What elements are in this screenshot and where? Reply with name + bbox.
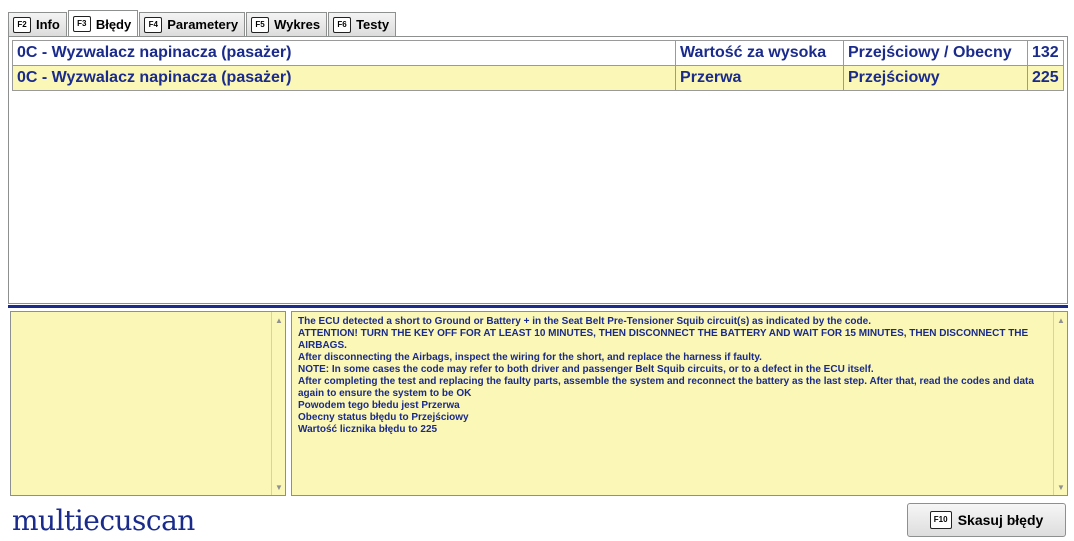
f2-key-icon: F2 — [13, 16, 31, 33]
description-line: After completing the test and replacing … — [298, 376, 1034, 399]
tab-bar: F2 Info F3 Błędy F4 Parametery F5 Wykres… — [8, 10, 397, 37]
description-text: The ECU detected a short to Ground or Ba… — [298, 316, 1049, 436]
tab-info[interactable]: F2 Info — [8, 12, 67, 36]
fault-count: 132 — [1026, 40, 1065, 66]
fault-description-box[interactable]: The ECU detected a short to Ground or Ba… — [291, 311, 1068, 496]
scroll-down-icon[interactable]: ▼ — [272, 481, 286, 493]
description-line: Powodem tego błedu jest Przerwa — [298, 400, 460, 411]
fault-type: Przerwa — [675, 65, 844, 91]
fault-count: 225 — [1026, 65, 1065, 91]
multiecuscan-logo: multiecuscan — [12, 504, 195, 537]
tab-bledy-label: Błędy — [95, 16, 132, 32]
tab-testy-label: Testy — [356, 17, 390, 32]
clear-faults-button[interactable]: F10 Skasuj błędy — [907, 503, 1066, 537]
tab-testy[interactable]: F6 Testy — [328, 12, 397, 36]
tab-bledy[interactable]: F3 Błędy — [67, 10, 139, 37]
scroll-down-icon[interactable]: ▼ — [1054, 481, 1068, 493]
f3-key-icon: F3 — [72, 16, 91, 32]
fault-status: Przejściowy / Obecny — [843, 40, 1028, 66]
f4-key-icon: F4 — [144, 16, 163, 33]
f6-key-icon: F6 — [333, 16, 352, 33]
tab-wykres[interactable]: F5 Wykres — [246, 12, 328, 36]
fault-list-panel: 0C - Wyzwalacz napinacza (pasażer) Warto… — [8, 36, 1068, 304]
fault-table: 0C - Wyzwalacz napinacza (pasażer) Warto… — [11, 40, 1065, 91]
description-line: ATTENTION! TURN THE KEY OFF FOR AT LEAST… — [298, 328, 1029, 351]
left-scrollbar[interactable]: ▲ ▼ — [271, 312, 285, 495]
clear-faults-label: Skasuj błędy — [957, 512, 1044, 528]
description-line: After disconnecting the Airbags, inspect… — [298, 352, 762, 363]
fault-description: 0C - Wyzwalacz napinacza (pasażer) — [11, 65, 677, 91]
tab-parametery[interactable]: F4 Parametery — [139, 12, 246, 36]
fault-row[interactable]: 0C - Wyzwalacz napinacza (pasażer) Warto… — [11, 40, 1065, 66]
description-line: The ECU detected a short to Ground or Ba… — [298, 316, 871, 327]
scroll-up-icon[interactable]: ▲ — [272, 314, 286, 326]
fault-row[interactable]: 0C - Wyzwalacz napinacza (pasażer) Przer… — [11, 65, 1065, 91]
tab-info-label: Info — [36, 17, 60, 32]
tab-wykres-label: Wykres — [274, 17, 321, 32]
description-line: Obecny status błędu to Przejściowy — [298, 412, 469, 423]
right-scrollbar[interactable]: ▲ ▼ — [1053, 312, 1067, 495]
fault-description: 0C - Wyzwalacz napinacza (pasażer) — [11, 40, 677, 66]
scroll-up-icon[interactable]: ▲ — [1054, 314, 1068, 326]
tab-parametery-label: Parametery — [167, 17, 239, 32]
left-info-box[interactable]: ▲ ▼ — [10, 311, 286, 496]
fault-status: Przejściowy — [843, 65, 1028, 91]
fault-type: Wartość za wysoka — [675, 40, 844, 66]
splitter[interactable] — [8, 305, 1068, 308]
f10-key-icon: F10 — [929, 511, 952, 529]
description-line: NOTE: In some cases the code may refer t… — [298, 364, 874, 375]
f5-key-icon: F5 — [251, 16, 270, 33]
description-line: Wartość licznika błędu to 225 — [298, 424, 438, 435]
